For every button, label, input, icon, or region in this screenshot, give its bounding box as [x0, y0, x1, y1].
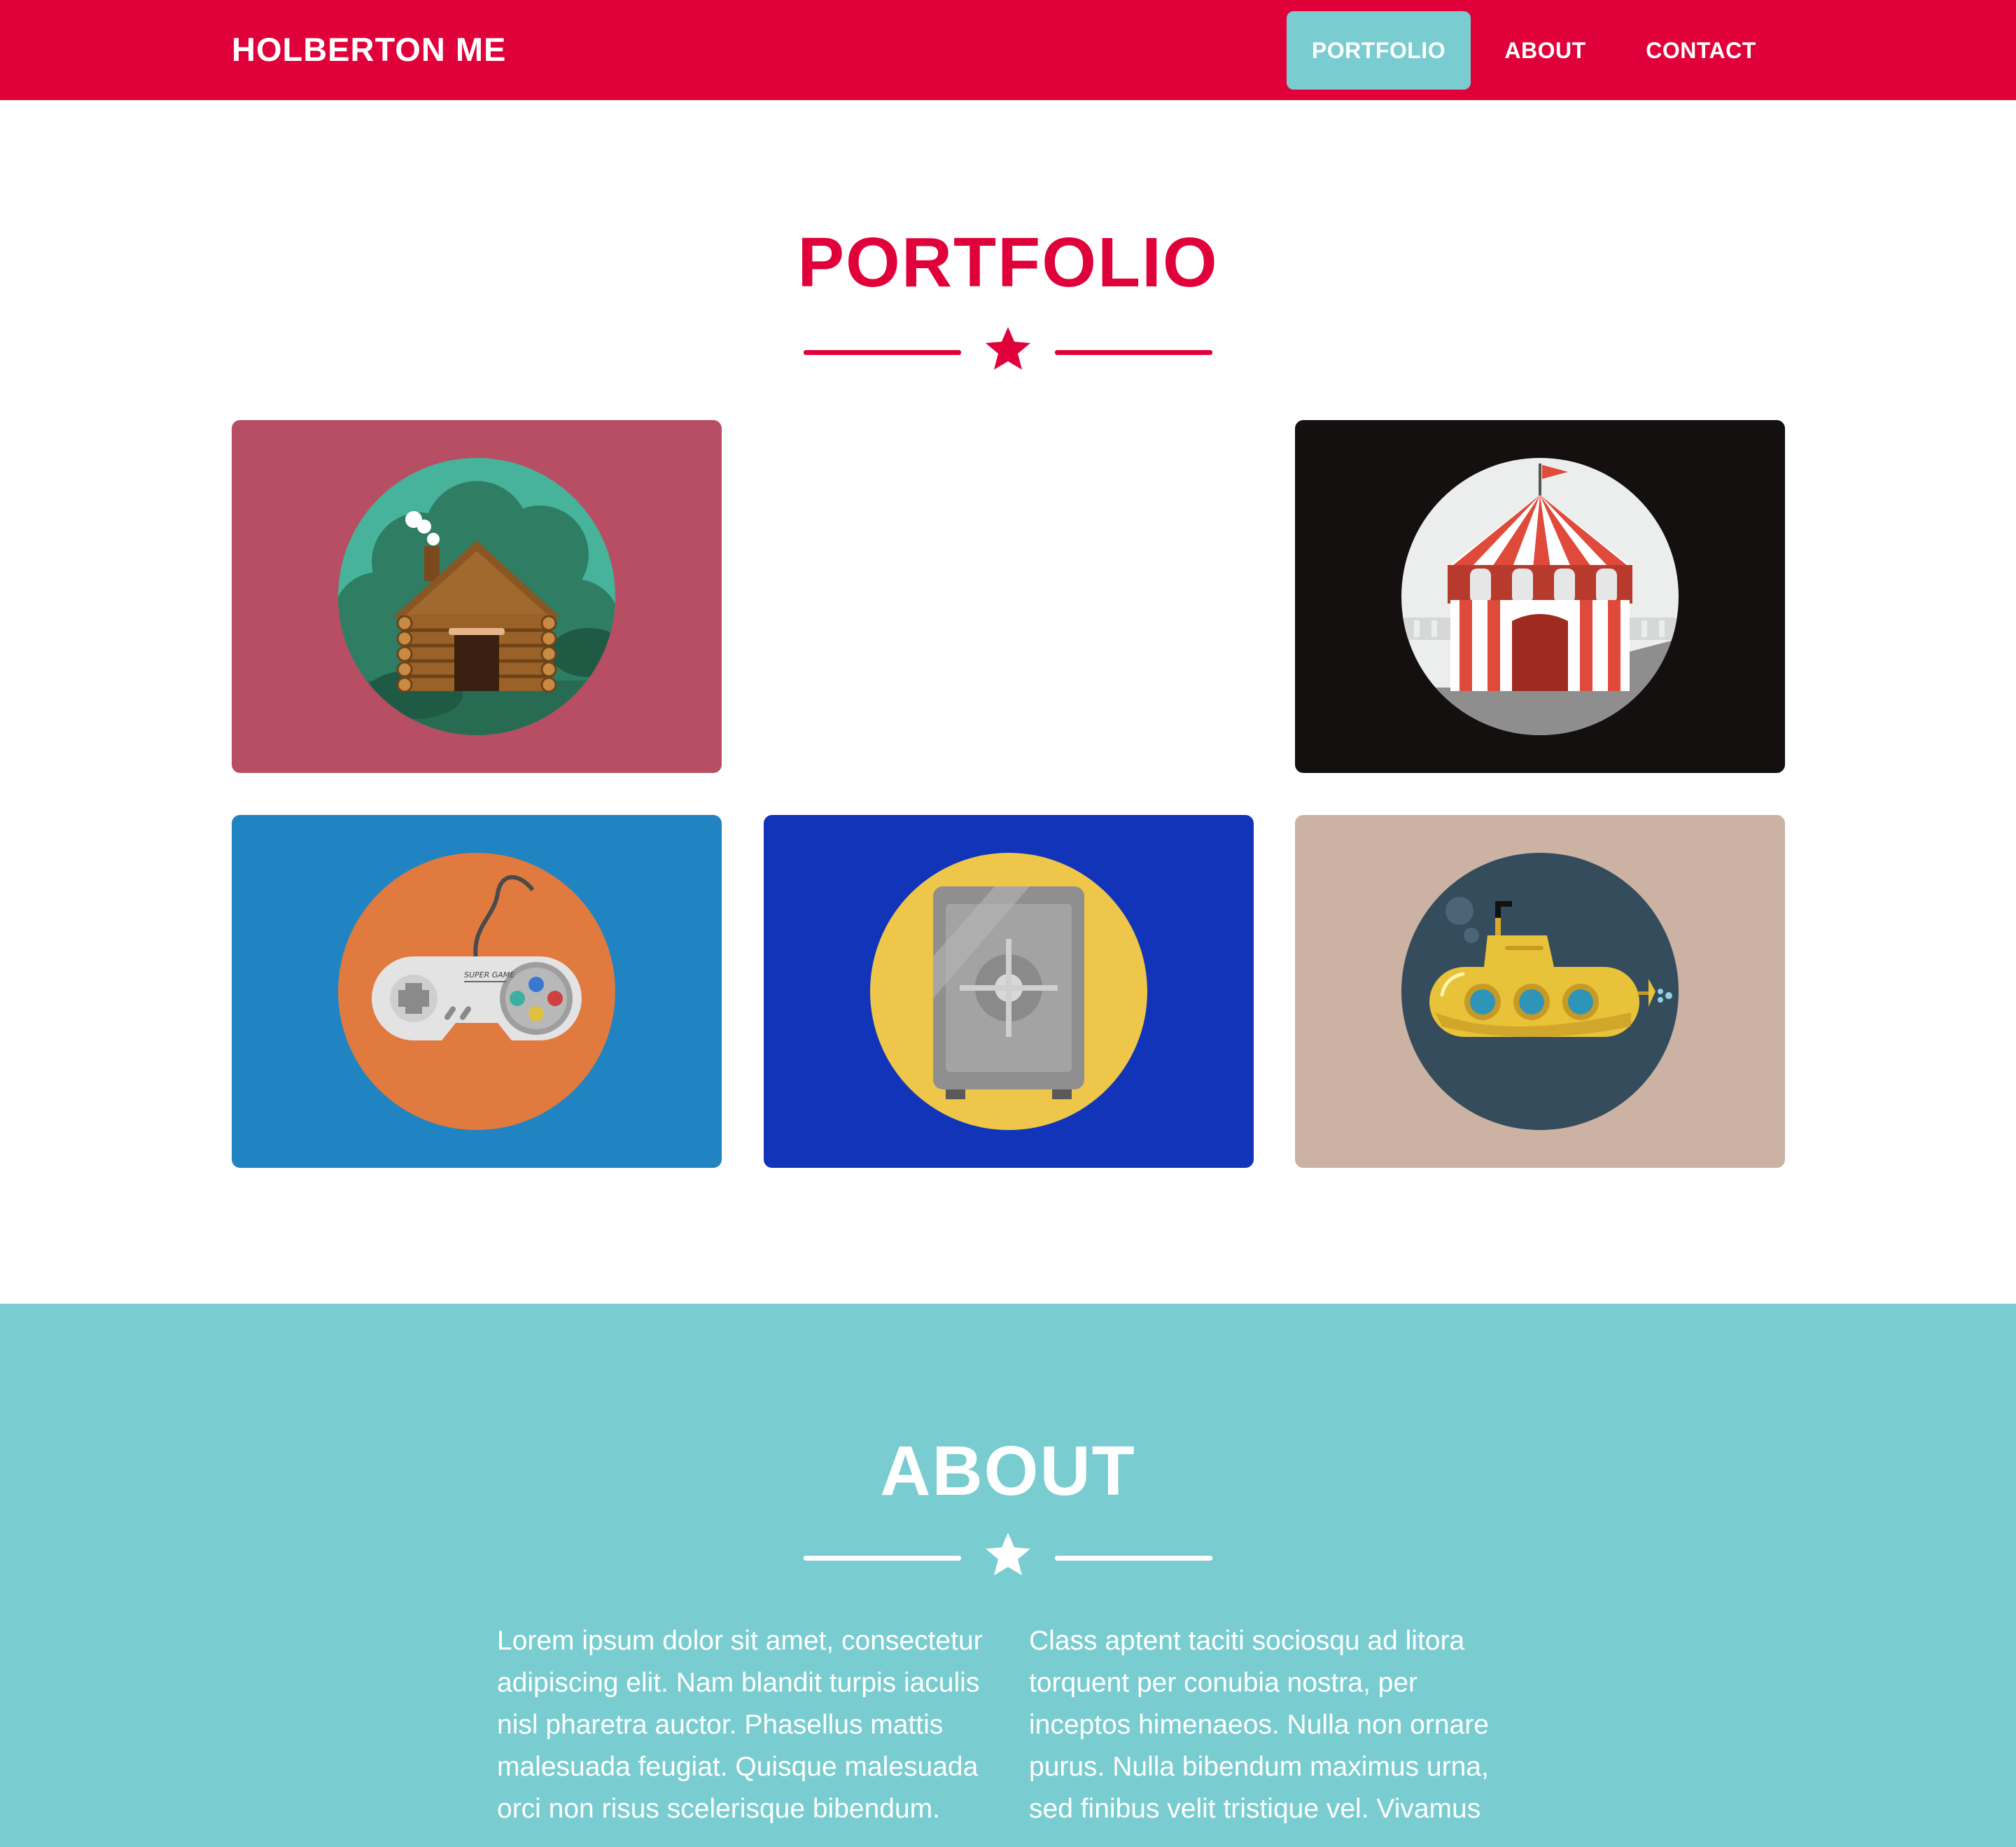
portfolio-item-controller[interactable]: SUPER GAME — [232, 815, 722, 1168]
portfolio-item-submarine[interactable] — [1295, 815, 1785, 1168]
portfolio-divider — [804, 324, 1212, 380]
divider-line — [1055, 1556, 1212, 1561]
portfolio-item-circus[interactable] — [1295, 420, 1785, 773]
portfolio-item-safe[interactable] — [764, 815, 1254, 1168]
star-icon — [986, 327, 1030, 370]
about-text-left: Lorem ipsum dolor sit amet, consectetur … — [497, 1626, 983, 1824]
nav-link-about[interactable]: ABOUT — [1491, 11, 1600, 90]
nav-link-contact[interactable]: CONTACT — [1624, 11, 1778, 90]
submarine-icon — [1401, 853, 1679, 1130]
game-controller-icon: SUPER GAME — [338, 853, 615, 1130]
log-cabin-icon — [338, 458, 615, 735]
about-divider — [804, 1530, 1212, 1586]
divider-line — [804, 1556, 961, 1561]
portfolio-heading: PORTFOLIO — [797, 223, 1219, 302]
safe-icon — [870, 853, 1147, 1130]
about-text-right: Class aptent taciti sociosqu ad litora t… — [1029, 1626, 1489, 1824]
nav-link-portfolio[interactable]: PORTFOLIO — [1287, 11, 1471, 90]
about-section: ABOUT Lorem ipsum dolor sit amet, consec… — [0, 1304, 2016, 1847]
about-heading: ABOUT — [880, 1432, 1136, 1510]
controller-label: SUPER GAME — [464, 970, 514, 980]
top-navbar: HOLBERTON ME PORTFOLIO ABOUT CONTACT — [0, 0, 2016, 100]
brand-logo[interactable]: HOLBERTON ME — [232, 28, 506, 71]
portfolio-item-cabin[interactable] — [232, 420, 722, 773]
star-icon — [986, 1533, 1030, 1575]
circus-tent-icon — [1401, 458, 1679, 735]
divider-line — [804, 350, 961, 355]
divider-line — [1055, 350, 1212, 355]
